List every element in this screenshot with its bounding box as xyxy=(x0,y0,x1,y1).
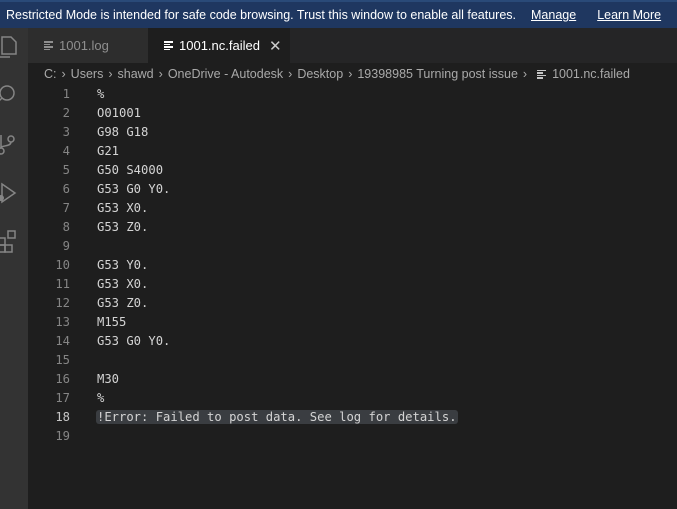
code-line[interactable]: 12 G53 Z0. xyxy=(28,293,677,312)
code-line[interactable]: 15 xyxy=(28,350,677,369)
chevron-right-icon: › xyxy=(348,67,353,81)
line-text: G21 xyxy=(97,143,120,158)
line-number: 2 xyxy=(62,105,70,120)
code-line[interactable]: 3 G98 G18 xyxy=(28,122,677,141)
source-control-icon[interactable] xyxy=(0,130,28,160)
line-number: 19 xyxy=(55,428,70,443)
breadcrumb-item[interactable]: C: xyxy=(44,67,57,81)
line-number: 14 xyxy=(55,333,70,348)
breadcrumb-item-file[interactable]: 1001.nc.failed xyxy=(552,67,630,81)
code-editor[interactable]: 1% 2 O01001 3 G98 G18 4 G21 5 G50 S4000 6 G53 G0 Y… xyxy=(28,84,677,509)
breadcrumb: C: › Users › shawd › OneDrive - Autodesk… xyxy=(28,63,677,85)
line-text: % xyxy=(97,390,105,405)
activity-bar xyxy=(0,28,28,509)
line-number: 13 xyxy=(55,314,70,329)
line-text: G53 X0. xyxy=(97,276,149,291)
code-line[interactable]: 2 O01001 xyxy=(28,103,677,122)
line-text: % xyxy=(97,86,105,101)
code-line[interactable]: 6 G53 G0 Y0. xyxy=(28,179,677,198)
code-line[interactable]: 11 G53 X0. xyxy=(28,274,677,293)
line-text: !Error: Failed to post data. See log for… xyxy=(96,409,458,424)
breadcrumb-item[interactable]: Desktop xyxy=(297,67,343,81)
breadcrumb-item[interactable]: shawd xyxy=(118,67,154,81)
line-text: G53 Y0. xyxy=(97,257,149,272)
run-debug-icon[interactable] xyxy=(0,178,28,208)
text-file-icon xyxy=(537,69,547,79)
code-line[interactable]: 17% xyxy=(28,388,677,407)
line-number: 17 xyxy=(55,390,70,405)
code-line[interactable]: 10 G53 Y0. xyxy=(28,255,677,274)
line-number: 4 xyxy=(62,143,70,158)
line-text: O01001 xyxy=(97,105,142,120)
code-line[interactable]: 18 !Error: Failed to post data. See log f… xyxy=(28,407,677,426)
breadcrumb-item[interactable]: OneDrive - Autodesk xyxy=(168,67,283,81)
tab-bar: 1001.log 1001.nc.failed ✕ xyxy=(28,28,677,63)
line-text: G53 X0. xyxy=(97,200,149,215)
line-number: 18 xyxy=(55,409,70,424)
chevron-right-icon: › xyxy=(61,67,66,81)
manage-link[interactable]: Manage xyxy=(531,8,576,22)
line-text: G98 G18 xyxy=(97,124,149,139)
extensions-icon[interactable] xyxy=(0,226,28,256)
line-text: M155 xyxy=(97,314,127,329)
line-number: 8 xyxy=(62,219,70,234)
code-line[interactable]: 4 G21 xyxy=(28,141,677,160)
code-line[interactable]: 1% xyxy=(28,84,677,103)
line-text: G53 G0 Y0. xyxy=(97,181,171,196)
chevron-right-icon: › xyxy=(288,67,293,81)
line-number: 16 xyxy=(55,371,70,386)
line-number: 15 xyxy=(55,352,70,367)
tab-1001-nc-failed[interactable]: 1001.nc.failed ✕ xyxy=(148,28,290,63)
chevron-right-icon: › xyxy=(158,67,163,81)
text-file-icon xyxy=(44,41,53,50)
line-number: 1 xyxy=(62,86,70,101)
tab-label: 1001.log xyxy=(59,38,109,53)
line-text: M30 xyxy=(97,371,120,386)
line-text: G50 S4000 xyxy=(97,162,164,177)
line-number: 6 xyxy=(62,181,70,196)
tab-label: 1001.nc.failed xyxy=(179,38,260,53)
line-text: G53 G0 Y0. xyxy=(97,333,171,348)
code-line[interactable]: 14 G53 G0 Y0. xyxy=(28,331,677,350)
line-text: G53 Z0. xyxy=(97,219,149,234)
breadcrumb-item[interactable]: 19398985 Turning post issue xyxy=(357,67,518,81)
explorer-icon[interactable] xyxy=(0,32,28,62)
code-line[interactable]: 7 G53 X0. xyxy=(28,198,677,217)
chevron-right-icon: › xyxy=(108,67,113,81)
restricted-mode-banner: Restricted Mode is intended for safe cod… xyxy=(0,0,677,28)
code-line[interactable]: 8 G53 Z0. xyxy=(28,217,677,236)
search-icon[interactable] xyxy=(0,80,28,110)
line-number: 10 xyxy=(55,257,70,272)
line-number: 11 xyxy=(55,276,70,291)
line-number: 12 xyxy=(55,295,70,310)
banner-message: Restricted Mode is intended for safe cod… xyxy=(6,8,516,22)
code-line[interactable]: 16 M30 xyxy=(28,369,677,388)
line-text: G53 Z0. xyxy=(97,295,149,310)
text-file-icon xyxy=(164,41,173,50)
tab-1001-log[interactable]: 1001.log xyxy=(28,28,148,63)
close-icon[interactable]: ✕ xyxy=(269,37,282,55)
line-number: 5 xyxy=(62,162,70,177)
chevron-right-icon: › xyxy=(522,67,528,81)
breadcrumb-item[interactable]: Users xyxy=(71,67,104,81)
code-line[interactable]: 5 G50 S4000 xyxy=(28,160,677,179)
code-line[interactable]: 19 xyxy=(28,426,677,445)
code-line[interactable]: 9 xyxy=(28,236,677,255)
learn-more-link[interactable]: Learn More xyxy=(597,8,661,22)
code-line[interactable]: 13 M155 xyxy=(28,312,677,331)
line-number: 7 xyxy=(62,200,70,215)
line-number: 3 xyxy=(62,124,70,139)
line-number: 9 xyxy=(62,238,70,253)
